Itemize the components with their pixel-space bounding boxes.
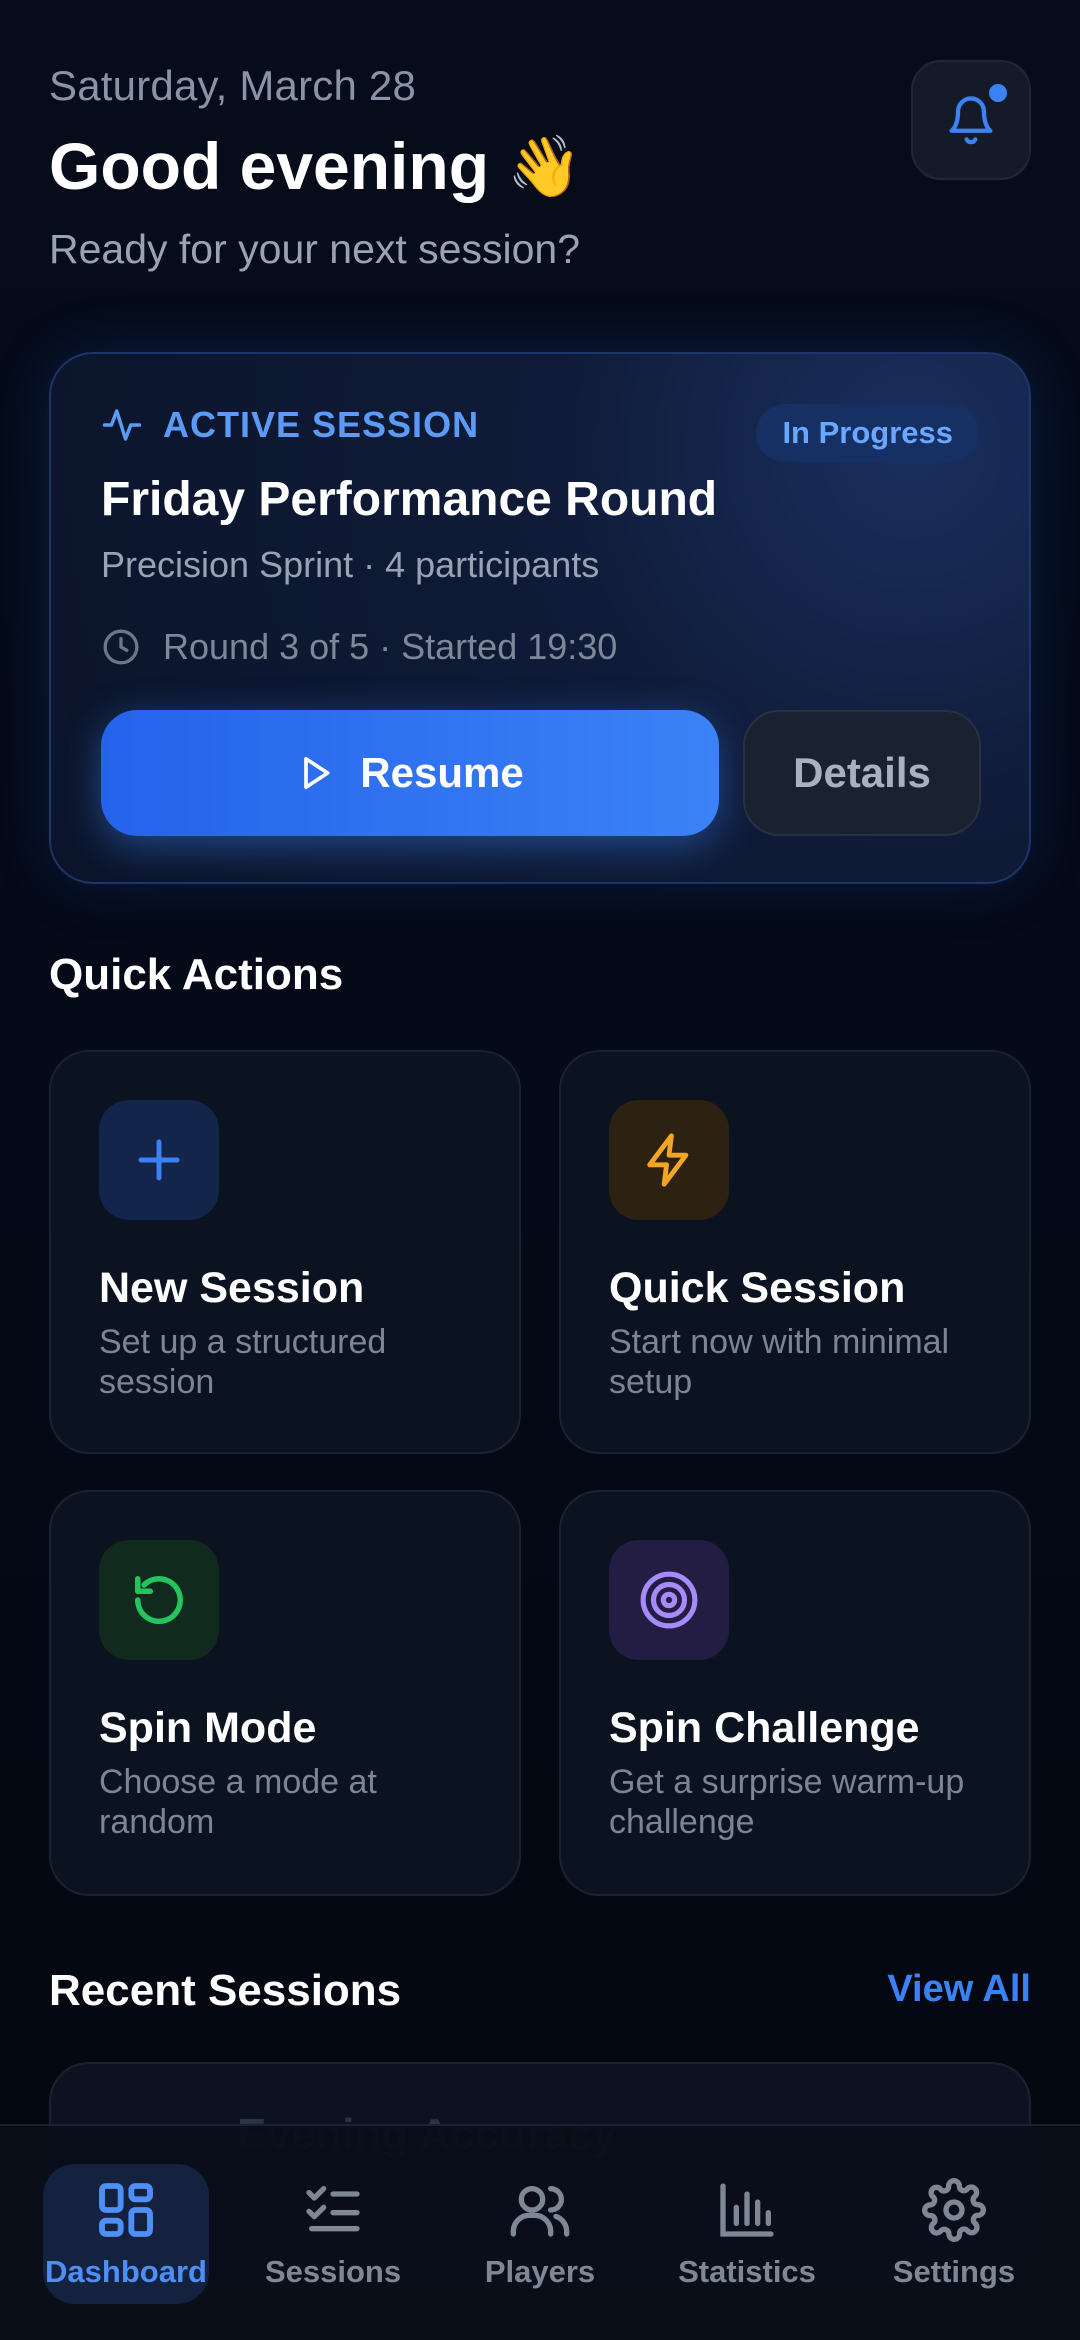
notifications-button[interactable]	[911, 60, 1031, 180]
wave-emoji: 👋	[507, 131, 582, 202]
activity-icon	[101, 404, 143, 446]
active-session-card: ACTIVE SESSION In Progress Friday Perfor…	[49, 352, 1031, 884]
quick-session-card[interactable]: Quick Session Start now with minimal set…	[559, 1050, 1031, 1454]
nav-players[interactable]: Players	[457, 2164, 623, 2304]
action-description: Get a surprise warm-up challenge	[609, 1763, 965, 1841]
view-all-link[interactable]: View All	[887, 1968, 1031, 2011]
active-session-label: ACTIVE SESSION	[101, 404, 479, 446]
gear-icon	[922, 2178, 986, 2242]
nav-sessions[interactable]: Sessions	[250, 2164, 416, 2304]
nav-label: Statistics	[678, 2254, 816, 2289]
grid-icon	[94, 2178, 158, 2242]
action-name: Spin Mode	[99, 1704, 317, 1752]
status-badge: In Progress	[756, 404, 979, 462]
spin-challenge-card[interactable]: Spin Challenge Get a surprise warm-up ch…	[559, 1490, 1031, 1896]
active-session-label-text: ACTIVE SESSION	[163, 404, 480, 445]
action-description: Start now with minimal setup	[609, 1323, 950, 1401]
target-icon	[609, 1540, 729, 1660]
spin-mode-card[interactable]: Spin Mode Choose a mode at random	[49, 1490, 521, 1896]
greeting-text: Good evening	[49, 129, 490, 203]
header: Saturday, March 28 Good evening 👋 Ready …	[49, 62, 1031, 273]
lightning-icon	[609, 1100, 729, 1220]
nav-statistics[interactable]: Statistics	[664, 2164, 830, 2304]
new-session-card[interactable]: New Session Set up a structured session	[49, 1050, 521, 1454]
round-info-text: Round 3 of 5 · Started 19:30	[163, 626, 618, 667]
date-label: Saturday, March 28	[49, 62, 416, 109]
details-button[interactable]: Details	[743, 710, 981, 836]
recent-sessions-title: Recent Sessions	[49, 1966, 402, 2015]
session-meta: Precision Sprint · 4 participants	[101, 544, 600, 585]
resume-label: Resume	[360, 749, 524, 796]
clock-icon	[101, 627, 141, 667]
nav-settings[interactable]: Settings	[871, 2164, 1037, 2304]
rotate-icon	[99, 1540, 219, 1660]
session-title: Friday Performance Round	[101, 473, 718, 526]
plus-icon	[99, 1100, 219, 1220]
unread-indicator	[985, 80, 1011, 106]
nav-dashboard[interactable]: Dashboard	[43, 2164, 209, 2304]
round-info: Round 3 of 5 · Started 19:30	[101, 626, 617, 668]
users-icon	[508, 2178, 572, 2242]
subtitle: Ready for your next session?	[49, 226, 580, 272]
action-name: New Session	[99, 1264, 365, 1312]
quick-actions-title: Quick Actions	[49, 950, 344, 999]
nav-label: Sessions	[264, 2254, 402, 2289]
greeting: Good evening 👋	[49, 128, 1031, 204]
nav-label: Dashboard	[45, 2254, 207, 2289]
action-description: Choose a mode at random	[99, 1763, 377, 1841]
resume-button[interactable]: Resume	[101, 710, 719, 836]
dashboard-screen: Saturday, March 28 Good evening 👋 Ready …	[0, 0, 1080, 2340]
action-name: Quick Session	[609, 1264, 906, 1312]
action-name: Spin Challenge	[609, 1704, 920, 1752]
action-description: Set up a structured session	[99, 1323, 387, 1401]
nav-label: Players	[484, 2254, 596, 2289]
play-icon	[296, 753, 336, 793]
bar-chart-icon	[715, 2178, 779, 2242]
nav-label: Settings	[892, 2254, 1016, 2289]
bottom-navigation: Dashboard Sessions Players Statistics Se…	[0, 2124, 1080, 2340]
checklist-icon	[301, 2178, 365, 2242]
